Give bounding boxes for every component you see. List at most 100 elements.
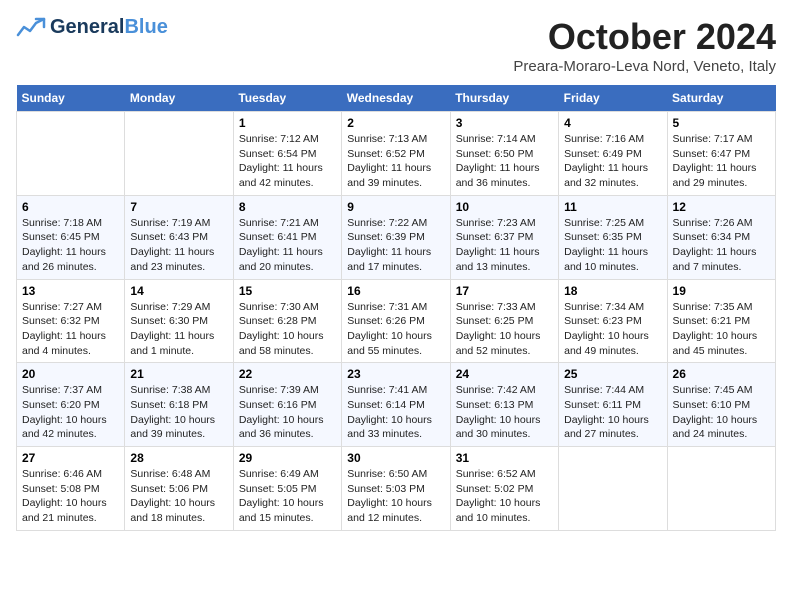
weekday-header-friday: Friday — [559, 85, 667, 112]
day-number: 22 — [239, 367, 336, 381]
week-row-2: 6 Sunrise: 7:18 AMSunset: 6:45 PMDaylight… — [17, 195, 776, 279]
day-info: Sunrise: 7:39 AMSunset: 6:16 PMDaylight:… — [239, 383, 336, 442]
day-info: Sunrise: 7:21 AMSunset: 6:41 PMDaylight:… — [239, 216, 336, 275]
day-info: Sunrise: 7:34 AMSunset: 6:23 PMDaylight:… — [564, 300, 661, 359]
calendar-cell: 9 Sunrise: 7:22 AMSunset: 6:39 PMDaylight… — [342, 195, 450, 279]
day-number: 8 — [239, 200, 336, 214]
weekday-header-tuesday: Tuesday — [233, 85, 341, 112]
calendar-cell: 11 Sunrise: 7:25 AMSunset: 6:35 PMDayligh… — [559, 195, 667, 279]
weekday-header-sunday: Sunday — [17, 85, 125, 112]
day-number: 26 — [673, 367, 770, 381]
day-info: Sunrise: 7:38 AMSunset: 6:18 PMDaylight:… — [130, 383, 227, 442]
day-number: 20 — [22, 367, 119, 381]
day-number: 14 — [130, 284, 227, 298]
calendar-cell: 4 Sunrise: 7:16 AMSunset: 6:49 PMDaylight… — [559, 112, 667, 196]
day-number: 13 — [22, 284, 119, 298]
day-info: Sunrise: 7:27 AMSunset: 6:32 PMDaylight:… — [22, 300, 119, 359]
logo-text: GeneralBlue — [50, 16, 168, 39]
day-info: Sunrise: 7:42 AMSunset: 6:13 PMDaylight:… — [456, 383, 553, 442]
day-info: Sunrise: 7:16 AMSunset: 6:49 PMDaylight:… — [564, 132, 661, 191]
calendar-cell: 19 Sunrise: 7:35 AMSunset: 6:21 PMDayligh… — [667, 279, 775, 363]
day-info: Sunrise: 7:37 AMSunset: 6:20 PMDaylight:… — [22, 383, 119, 442]
weekday-header-row: SundayMondayTuesdayWednesdayThursdayFrid… — [17, 85, 776, 112]
calendar-cell — [17, 112, 125, 196]
weekday-header-wednesday: Wednesday — [342, 85, 450, 112]
week-row-5: 27 Sunrise: 6:46 AMSunset: 5:08 PMDayligh… — [17, 447, 776, 531]
day-info: Sunrise: 7:30 AMSunset: 6:28 PMDaylight:… — [239, 300, 336, 359]
calendar-cell: 29Sunrise: 6:49 AMSunset: 5:05 PMDayligh… — [233, 447, 341, 531]
weekday-header-thursday: Thursday — [450, 85, 558, 112]
title-section: October 2024 Preara-Moraro-Leva Nord, Ve… — [513, 16, 776, 75]
calendar-cell: 31Sunrise: 6:52 AMSunset: 5:02 PMDayligh… — [450, 447, 558, 531]
calendar-cell: 16Sunrise: 7:31 AMSunset: 6:26 PMDayligh… — [342, 279, 450, 363]
calendar-cell — [667, 447, 775, 531]
day-number: 18 — [564, 284, 661, 298]
day-number: 17 — [456, 284, 553, 298]
calendar-cell — [125, 112, 233, 196]
day-number: 5 — [673, 116, 770, 130]
week-row-3: 13 Sunrise: 7:27 AMSunset: 6:32 PMDayligh… — [17, 279, 776, 363]
day-number: 4 — [564, 116, 661, 130]
day-info: Sunrise: 7:13 AMSunset: 6:52 PMDaylight:… — [347, 132, 444, 191]
calendar-table: SundayMondayTuesdayWednesdayThursdayFrid… — [16, 85, 776, 531]
calendar-cell: 1Sunrise: 7:12 AMSunset: 6:54 PMDaylight… — [233, 112, 341, 196]
day-number: 3 — [456, 116, 553, 130]
day-number: 27 — [22, 451, 119, 465]
day-info: Sunrise: 7:18 AMSunset: 6:45 PMDaylight:… — [22, 216, 119, 275]
calendar-cell: 7 Sunrise: 7:19 AMSunset: 6:43 PMDaylight… — [125, 195, 233, 279]
day-number: 15 — [239, 284, 336, 298]
day-number: 28 — [130, 451, 227, 465]
calendar-cell: 10Sunrise: 7:23 AMSunset: 6:37 PMDayligh… — [450, 195, 558, 279]
day-number: 7 — [130, 200, 227, 214]
calendar-cell: 28Sunrise: 6:48 AMSunset: 5:06 PMDayligh… — [125, 447, 233, 531]
day-number: 21 — [130, 367, 227, 381]
calendar-cell: 13 Sunrise: 7:27 AMSunset: 6:32 PMDayligh… — [17, 279, 125, 363]
logo: GeneralBlue — [16, 16, 168, 39]
calendar-cell — [559, 447, 667, 531]
day-number: 12 — [673, 200, 770, 214]
day-number: 9 — [347, 200, 444, 214]
calendar-cell: 5Sunrise: 7:17 AMSunset: 6:47 PMDaylight… — [667, 112, 775, 196]
day-info: Sunrise: 7:41 AMSunset: 6:14 PMDaylight:… — [347, 383, 444, 442]
day-info: Sunrise: 7:35 AMSunset: 6:21 PMDaylight:… — [673, 300, 770, 359]
page-header: GeneralBlue October 2024 Preara-Moraro-L… — [16, 16, 776, 75]
day-number: 2 — [347, 116, 444, 130]
location-title: Preara-Moraro-Leva Nord, Veneto, Italy — [513, 58, 776, 75]
day-info: Sunrise: 6:49 AMSunset: 5:05 PMDaylight:… — [239, 467, 336, 526]
day-info: Sunrise: 7:45 AMSunset: 6:10 PMDaylight:… — [673, 383, 770, 442]
calendar-cell: 14 Sunrise: 7:29 AMSunset: 6:30 PMDayligh… — [125, 279, 233, 363]
day-number: 6 — [22, 200, 119, 214]
day-number: 23 — [347, 367, 444, 381]
day-info: Sunrise: 7:29 AMSunset: 6:30 PMDaylight:… — [130, 300, 227, 359]
calendar-cell: 12 Sunrise: 7:26 AMSunset: 6:34 PMDayligh… — [667, 195, 775, 279]
calendar-cell: 26 Sunrise: 7:45 AMSunset: 6:10 PMDayligh… — [667, 363, 775, 447]
day-info: Sunrise: 7:26 AMSunset: 6:34 PMDaylight:… — [673, 216, 770, 275]
day-info: Sunrise: 7:25 AMSunset: 6:35 PMDaylight:… — [564, 216, 661, 275]
calendar-cell: 17Sunrise: 7:33 AMSunset: 6:25 PMDayligh… — [450, 279, 558, 363]
calendar-cell: 2 Sunrise: 7:13 AMSunset: 6:52 PMDaylight… — [342, 112, 450, 196]
day-number: 25 — [564, 367, 661, 381]
week-row-1: 1Sunrise: 7:12 AMSunset: 6:54 PMDaylight… — [17, 112, 776, 196]
logo-icon — [16, 17, 48, 39]
day-number: 19 — [673, 284, 770, 298]
day-number: 31 — [456, 451, 553, 465]
day-number: 1 — [239, 116, 336, 130]
day-info: Sunrise: 7:31 AMSunset: 6:26 PMDaylight:… — [347, 300, 444, 359]
month-title: October 2024 — [513, 16, 776, 58]
calendar-cell: 20 Sunrise: 7:37 AMSunset: 6:20 PMDayligh… — [17, 363, 125, 447]
day-info: Sunrise: 6:46 AMSunset: 5:08 PMDaylight:… — [22, 467, 119, 526]
weekday-header-saturday: Saturday — [667, 85, 775, 112]
calendar-cell: 22 Sunrise: 7:39 AMSunset: 6:16 PMDayligh… — [233, 363, 341, 447]
calendar-cell: 3Sunrise: 7:14 AMSunset: 6:50 PMDaylight… — [450, 112, 558, 196]
day-number: 30 — [347, 451, 444, 465]
calendar-cell: 25Sunrise: 7:44 AMSunset: 6:11 PMDayligh… — [559, 363, 667, 447]
day-info: Sunrise: 7:19 AMSunset: 6:43 PMDaylight:… — [130, 216, 227, 275]
calendar-cell: 6 Sunrise: 7:18 AMSunset: 6:45 PMDaylight… — [17, 195, 125, 279]
calendar-cell: 24 Sunrise: 7:42 AMSunset: 6:13 PMDayligh… — [450, 363, 558, 447]
day-number: 24 — [456, 367, 553, 381]
day-number: 11 — [564, 200, 661, 214]
calendar-cell: 27 Sunrise: 6:46 AMSunset: 5:08 PMDayligh… — [17, 447, 125, 531]
week-row-4: 20 Sunrise: 7:37 AMSunset: 6:20 PMDayligh… — [17, 363, 776, 447]
calendar-cell: 8 Sunrise: 7:21 AMSunset: 6:41 PMDaylight… — [233, 195, 341, 279]
day-info: Sunrise: 7:22 AMSunset: 6:39 PMDaylight:… — [347, 216, 444, 275]
